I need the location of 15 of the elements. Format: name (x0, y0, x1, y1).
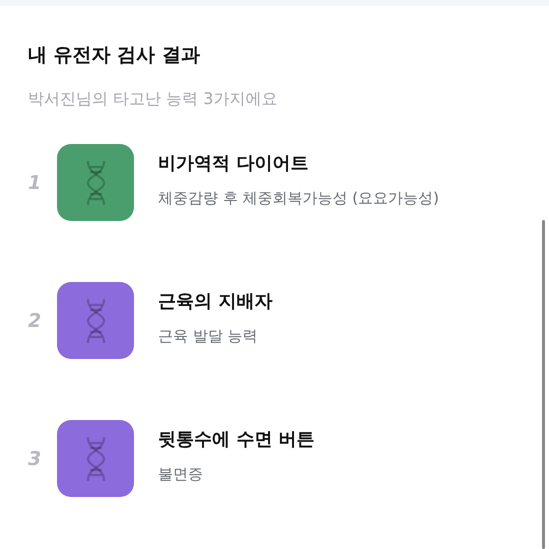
scrollbar[interactable] (542, 220, 545, 549)
trait-description: 체중감량 후 체중회복가능성 (요요가능성) (158, 189, 440, 208)
rank-number: 1 (28, 172, 42, 194)
trait-tile[interactable] (57, 420, 134, 497)
trait-title: 비가역적 다이어트 (158, 152, 310, 175)
rank-number: 3 (28, 448, 42, 470)
trait-tile[interactable] (57, 144, 134, 221)
trait-description: 근육 발달 능력 (158, 327, 259, 346)
trait-title: 근육의 지배자 (158, 290, 272, 313)
rank-number: 2 (28, 310, 42, 332)
trait-tile[interactable] (57, 282, 134, 359)
page-title: 내 유전자 검사 결과 (28, 43, 201, 68)
trait-description: 불면증 (158, 465, 204, 484)
page-subtitle: 박서진님의 타고난 능력 3가지에요 (28, 88, 278, 110)
trait-title: 뒷통수에 수면 버튼 (158, 428, 315, 451)
